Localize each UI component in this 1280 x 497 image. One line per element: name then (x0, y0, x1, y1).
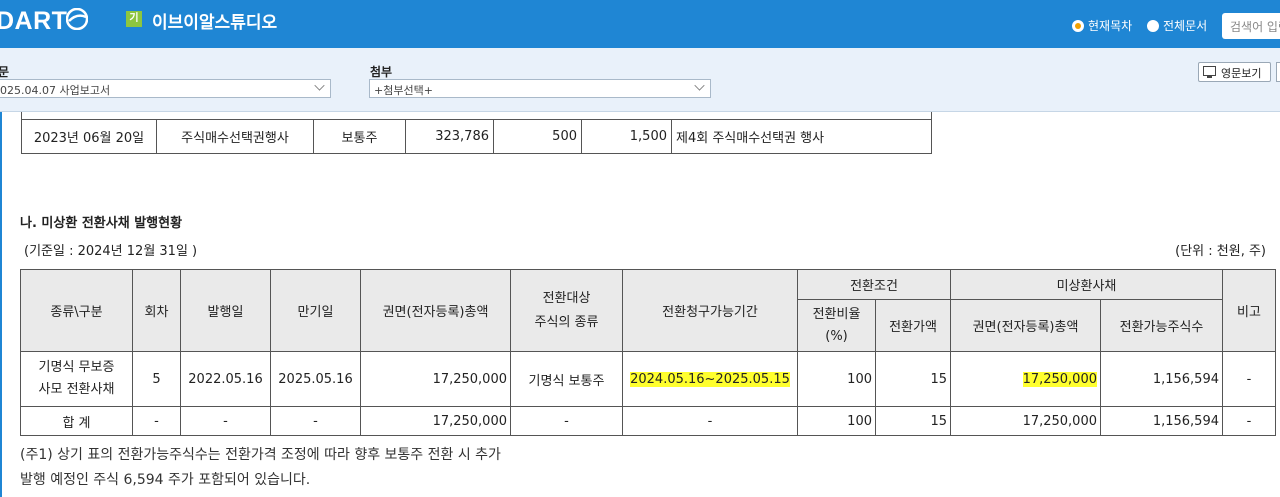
company-name: 이브이알스튜디오 (152, 13, 278, 33)
cell-total-period: - (622, 406, 798, 436)
th-unredeemed: 미상환사채 (950, 269, 1223, 300)
cell-total-conv-price: 15 (875, 406, 951, 436)
cell-quantity: 323,786 (405, 119, 494, 154)
company-badge: 기 (126, 11, 142, 27)
cell-total-label: 합 계 (20, 406, 133, 436)
th-kind: 종류\구분 (20, 269, 133, 352)
radio-selected-icon[interactable] (1072, 19, 1084, 32)
convertible-bond-table: 종류\구분 회차 발행일 만기일 권면(전자등록)총액 전환대상 주식의 종류 … (20, 269, 1276, 436)
cell-total-unredeemed-face: 17,250,000 (950, 406, 1101, 436)
th-conv-ratio-unit: (%) (825, 328, 848, 344)
monitor-icon (1203, 66, 1216, 78)
cell-issue-date: 2022.05.16 (180, 351, 271, 407)
footnote-line-2: 발행 예정인 주식 6,594 주가 포함되어 있습니다. (20, 472, 311, 488)
cell-type: 주식매수선택권행사 (156, 119, 314, 154)
cell-kind: 기명식 무보증 사모 전환사채 (20, 351, 133, 407)
cell-total-issue-date: - (180, 406, 271, 436)
english-view-label: 영문보기 (1221, 67, 1262, 80)
cell-total-remarks: - (1222, 406, 1276, 436)
th-conv-ratio-label: 전환비율 (812, 306, 861, 322)
table-row: 2023년 06월 20일 주식매수선택권행사 보통주 323,786 500 … (21, 119, 932, 154)
doc-select[interactable]: 2025.04.07 사업보고서 (0, 79, 331, 98)
cell-face-value: 500 (493, 119, 582, 154)
attach-select[interactable]: +첨부선택+ (369, 79, 711, 98)
cell-stock-kind: 보통주 (313, 119, 406, 154)
th-conv-terms: 전환조건 (797, 269, 951, 300)
cell-total-convertible-shares: 1,156,594 (1100, 406, 1223, 436)
total-row: 합 계 - - - 17,250,000 - - 100 15 17,250,0… (20, 406, 1276, 436)
footnote: (주1) 상기 표의 전환가능주식수는 전환가격 조정에 따라 향후 보통주 전… (20, 443, 660, 493)
document-frame-edge (0, 112, 2, 497)
cell-total-maturity: - (270, 406, 361, 436)
radio-all-docs[interactable]: 전체문서 (1147, 17, 1207, 34)
cell-convertible-shares: 1,156,594 (1100, 351, 1223, 407)
top-header: DART 기 이브이알스튜디오 현재목차 전체문서 검색어 입력 (0, 0, 1280, 48)
cell-total-conv-ratio: 100 (797, 406, 876, 436)
cell-conv-ratio: 100 (797, 351, 876, 407)
chevron-down-icon (694, 80, 705, 91)
th-target-type-1: 전환대상 (542, 290, 591, 306)
doc-label: 문 (0, 65, 10, 79)
logo-swoosh-icon (66, 8, 88, 30)
cell-remarks: - (1222, 351, 1276, 407)
cell-maturity: 2025.05.16 (270, 351, 361, 407)
footnote-line-1: (주1) 상기 표의 전환가능주식수는 전환가격 조정에 따라 향후 보통주 전… (20, 447, 501, 463)
cell-total-face-total: 17,250,000 (360, 406, 511, 436)
radio-all-label: 전체문서 (1163, 19, 1208, 33)
radio-unselected-icon[interactable] (1147, 19, 1159, 32)
unit-note: (단위 : 천원, 주) (1175, 244, 1266, 259)
cell-price: 1,500 (581, 119, 672, 154)
cell-conv-price: 15 (875, 351, 951, 407)
attach-label: 첨부 (370, 65, 393, 79)
attach-select-value: +첨부선택+ (374, 84, 433, 97)
chevron-down-icon (314, 80, 325, 91)
th-maturity: 만기일 (270, 269, 361, 352)
highlighted-unredeemed: 17,250,000 (1022, 371, 1097, 387)
highlighted-period: 2024.05.16~2025.05.15 (630, 371, 790, 387)
cell-total-target-type: - (510, 406, 623, 436)
th-target-type-2: 주식의 종류 (534, 314, 599, 330)
th-target-type: 전환대상 주식의 종류 (510, 269, 623, 352)
th-unredeemed-face: 권면(전자등록)총액 (950, 299, 1101, 352)
th-face-total: 권면(전자등록)총액 (360, 269, 511, 352)
basis-date: (기준일 : 2024년 12월 31일 ) (24, 244, 198, 259)
radio-current-toc[interactable]: 현재목차 (1072, 17, 1132, 34)
section-title: 나. 미상환 전환사채 발행현황 (20, 216, 183, 231)
table1-cut-top (21, 112, 932, 119)
cell-kind-2: 사모 전환사채 (38, 382, 115, 397)
english-view-button[interactable]: 영문보기 (1198, 62, 1271, 82)
cell-target-type: 기명식 보통주 (510, 351, 623, 407)
cell-kind-1: 기명식 무보증 (38, 360, 115, 375)
cell-date: 2023년 06월 20일 (21, 119, 157, 154)
radio-current-label: 현재목차 (1088, 19, 1133, 33)
th-convertible-shares: 전환가능주식수 (1100, 299, 1223, 352)
th-issue-date: 발행일 (180, 269, 271, 352)
print-button[interactable] (1276, 62, 1280, 82)
dart-logo[interactable]: DART (0, 7, 67, 36)
cell-remark: 제4회 주식매수선택권 행사 (671, 119, 932, 154)
table-row: 기명식 무보증 사모 전환사채 5 2022.05.16 2025.05.16 … (20, 351, 1276, 407)
cell-total-round: - (132, 406, 181, 436)
header-row: 종류\구분 회차 발행일 만기일 권면(전자등록)총액 전환대상 주식의 종류 … (20, 269, 1276, 352)
document-selector-bar: 문 2025.04.07 사업보고서 첨부 +첨부선택+ (0, 48, 1280, 112)
cell-period: 2024.05.16~2025.05.15 (622, 351, 798, 407)
th-conv-price: 전환가액 (875, 299, 951, 352)
th-remarks: 비고 (1222, 269, 1276, 352)
cell-round: 5 (132, 351, 181, 407)
cell-face-total: 17,250,000 (360, 351, 511, 407)
doc-select-value: 2025.04.07 사업보고서 (0, 84, 111, 97)
th-round: 회차 (132, 269, 181, 352)
stock-issuance-table: 2023년 06월 20일 주식매수선택권행사 보통주 323,786 500 … (21, 119, 932, 154)
search-input[interactable]: 검색어 입력 (1222, 13, 1280, 39)
cell-unredeemed-face: 17,250,000 (950, 351, 1101, 407)
th-conv-ratio: 전환비율 (%) (797, 299, 876, 352)
th-period: 전환청구가능기간 (622, 269, 798, 352)
